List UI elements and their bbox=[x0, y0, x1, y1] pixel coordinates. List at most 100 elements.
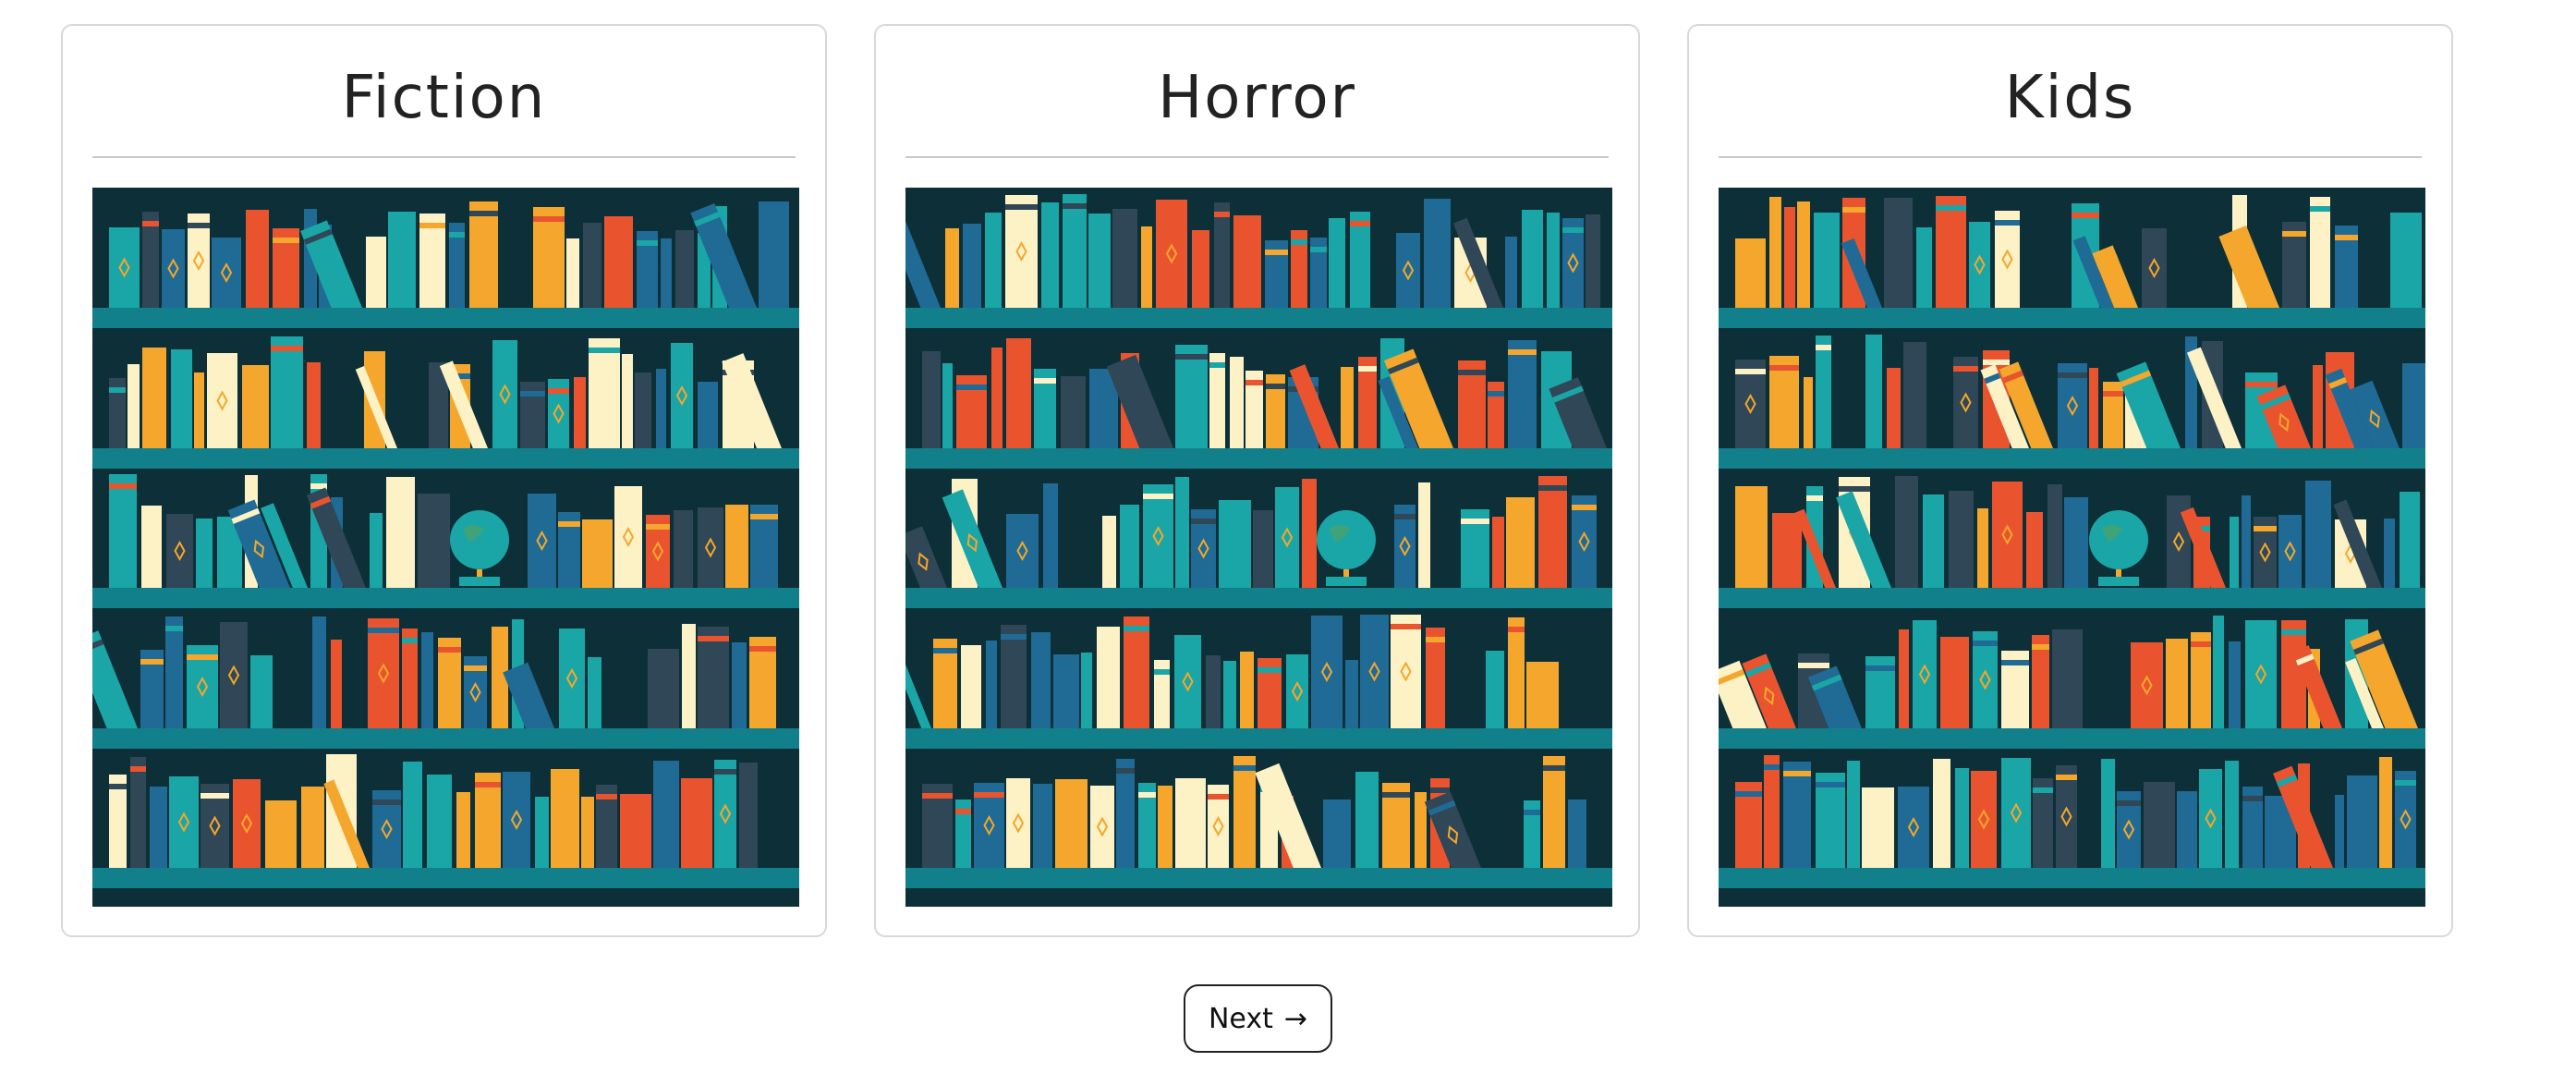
book-spine bbox=[750, 505, 778, 588]
book-spine bbox=[961, 645, 981, 728]
book-spine bbox=[1506, 497, 1535, 588]
book-spine bbox=[273, 228, 299, 308]
book-spine bbox=[1191, 509, 1216, 588]
book-spine bbox=[1508, 340, 1537, 448]
book-spine bbox=[2335, 226, 2358, 308]
book-spine bbox=[922, 784, 953, 868]
book-spine bbox=[1391, 615, 1421, 728]
book-spine bbox=[1953, 357, 1978, 448]
book-spine bbox=[1538, 476, 1567, 588]
book-spine bbox=[1219, 500, 1251, 588]
book-spine bbox=[1158, 786, 1173, 868]
book-spine bbox=[2213, 616, 2224, 728]
book-spine bbox=[456, 792, 470, 868]
book-spine bbox=[1547, 213, 1560, 308]
book-spine bbox=[1735, 360, 1766, 448]
category-cards: Fiction Horror Kids bbox=[0, 0, 2576, 961]
book-spine bbox=[1505, 237, 1517, 308]
book-spine bbox=[551, 769, 579, 868]
book-spine bbox=[1001, 625, 1027, 728]
book-spine bbox=[1208, 785, 1229, 868]
book-spine bbox=[312, 616, 326, 728]
book-spine bbox=[1154, 660, 1170, 728]
book-spine bbox=[187, 645, 218, 728]
book-spine bbox=[2191, 632, 2211, 728]
category-card-horror[interactable]: Horror bbox=[874, 24, 1640, 937]
book-spine bbox=[150, 787, 167, 868]
book-spine bbox=[368, 618, 399, 728]
book-spine bbox=[2305, 481, 2331, 588]
book-spine bbox=[196, 519, 213, 588]
book-spine bbox=[1006, 514, 1039, 588]
category-card-fiction[interactable]: Fiction bbox=[61, 24, 827, 937]
book-spine bbox=[520, 382, 545, 448]
book-spine bbox=[1358, 357, 1377, 448]
book-spine bbox=[2402, 363, 2425, 448]
book-spine bbox=[1206, 655, 1221, 728]
card-title: Kids bbox=[2004, 64, 2136, 132]
next-button[interactable]: Next → bbox=[1184, 984, 1332, 1053]
book-spine bbox=[402, 629, 418, 728]
book-spine bbox=[671, 343, 693, 448]
book-spine bbox=[1061, 376, 1086, 448]
book-spine bbox=[366, 237, 386, 308]
book-spine bbox=[1233, 756, 1256, 868]
book-spine bbox=[698, 627, 729, 728]
book-spine bbox=[2056, 765, 2077, 868]
book-spine bbox=[945, 228, 959, 308]
book-spine bbox=[1329, 218, 1345, 308]
book-spine bbox=[200, 784, 229, 868]
book-spine bbox=[1265, 240, 1288, 308]
book-spine bbox=[759, 201, 789, 308]
bookshelf-image bbox=[1719, 188, 2425, 907]
book-spine bbox=[1286, 654, 1308, 728]
book-spine bbox=[2230, 517, 2239, 588]
book-spine bbox=[974, 783, 1004, 868]
book-spine bbox=[1063, 194, 1087, 308]
book-spine bbox=[1735, 486, 1768, 588]
category-card-kids[interactable]: Kids bbox=[1687, 24, 2453, 937]
book-spine bbox=[1396, 233, 1420, 308]
book-spine bbox=[682, 624, 696, 728]
book-spine bbox=[2225, 761, 2239, 868]
book-spine bbox=[583, 223, 601, 308]
book-spine bbox=[1081, 653, 1092, 728]
book-spine bbox=[2254, 517, 2277, 588]
book-spine bbox=[449, 223, 465, 308]
book-spine bbox=[1884, 198, 1913, 308]
book-spine bbox=[194, 372, 204, 448]
book-spine bbox=[1764, 755, 1780, 868]
book-spine bbox=[1804, 377, 1813, 448]
book-spine bbox=[637, 231, 658, 308]
book-spine bbox=[1492, 517, 1504, 588]
book-spine bbox=[2131, 642, 2163, 728]
book-spine bbox=[646, 515, 670, 588]
book-spine bbox=[559, 629, 585, 728]
book-spine bbox=[2001, 758, 2031, 868]
book-spine bbox=[922, 351, 941, 448]
book-spine bbox=[588, 657, 601, 728]
book-spine bbox=[1240, 652, 1254, 728]
book-spine bbox=[2032, 635, 2049, 728]
book-spine bbox=[674, 510, 693, 588]
book-spine bbox=[2379, 757, 2392, 868]
book-spine bbox=[212, 238, 241, 308]
book-spine bbox=[386, 477, 415, 588]
book-spine bbox=[1005, 195, 1038, 308]
book-spine bbox=[698, 382, 718, 448]
book-spine bbox=[675, 230, 694, 308]
book-spine bbox=[620, 794, 651, 868]
book-spine bbox=[2033, 778, 2053, 868]
book-spine bbox=[1814, 213, 1840, 308]
book-spine bbox=[1174, 635, 1201, 728]
book-spine bbox=[1053, 654, 1079, 728]
book-spine bbox=[1223, 661, 1236, 728]
book-spine bbox=[2101, 759, 2115, 868]
book-spine bbox=[1735, 238, 1766, 308]
book-spine bbox=[2047, 484, 2062, 588]
book-spine bbox=[1031, 632, 1051, 728]
title-divider bbox=[1719, 156, 2422, 158]
book-spine bbox=[1784, 207, 1795, 308]
book-spine bbox=[1949, 491, 1974, 588]
book-spine bbox=[698, 507, 723, 588]
